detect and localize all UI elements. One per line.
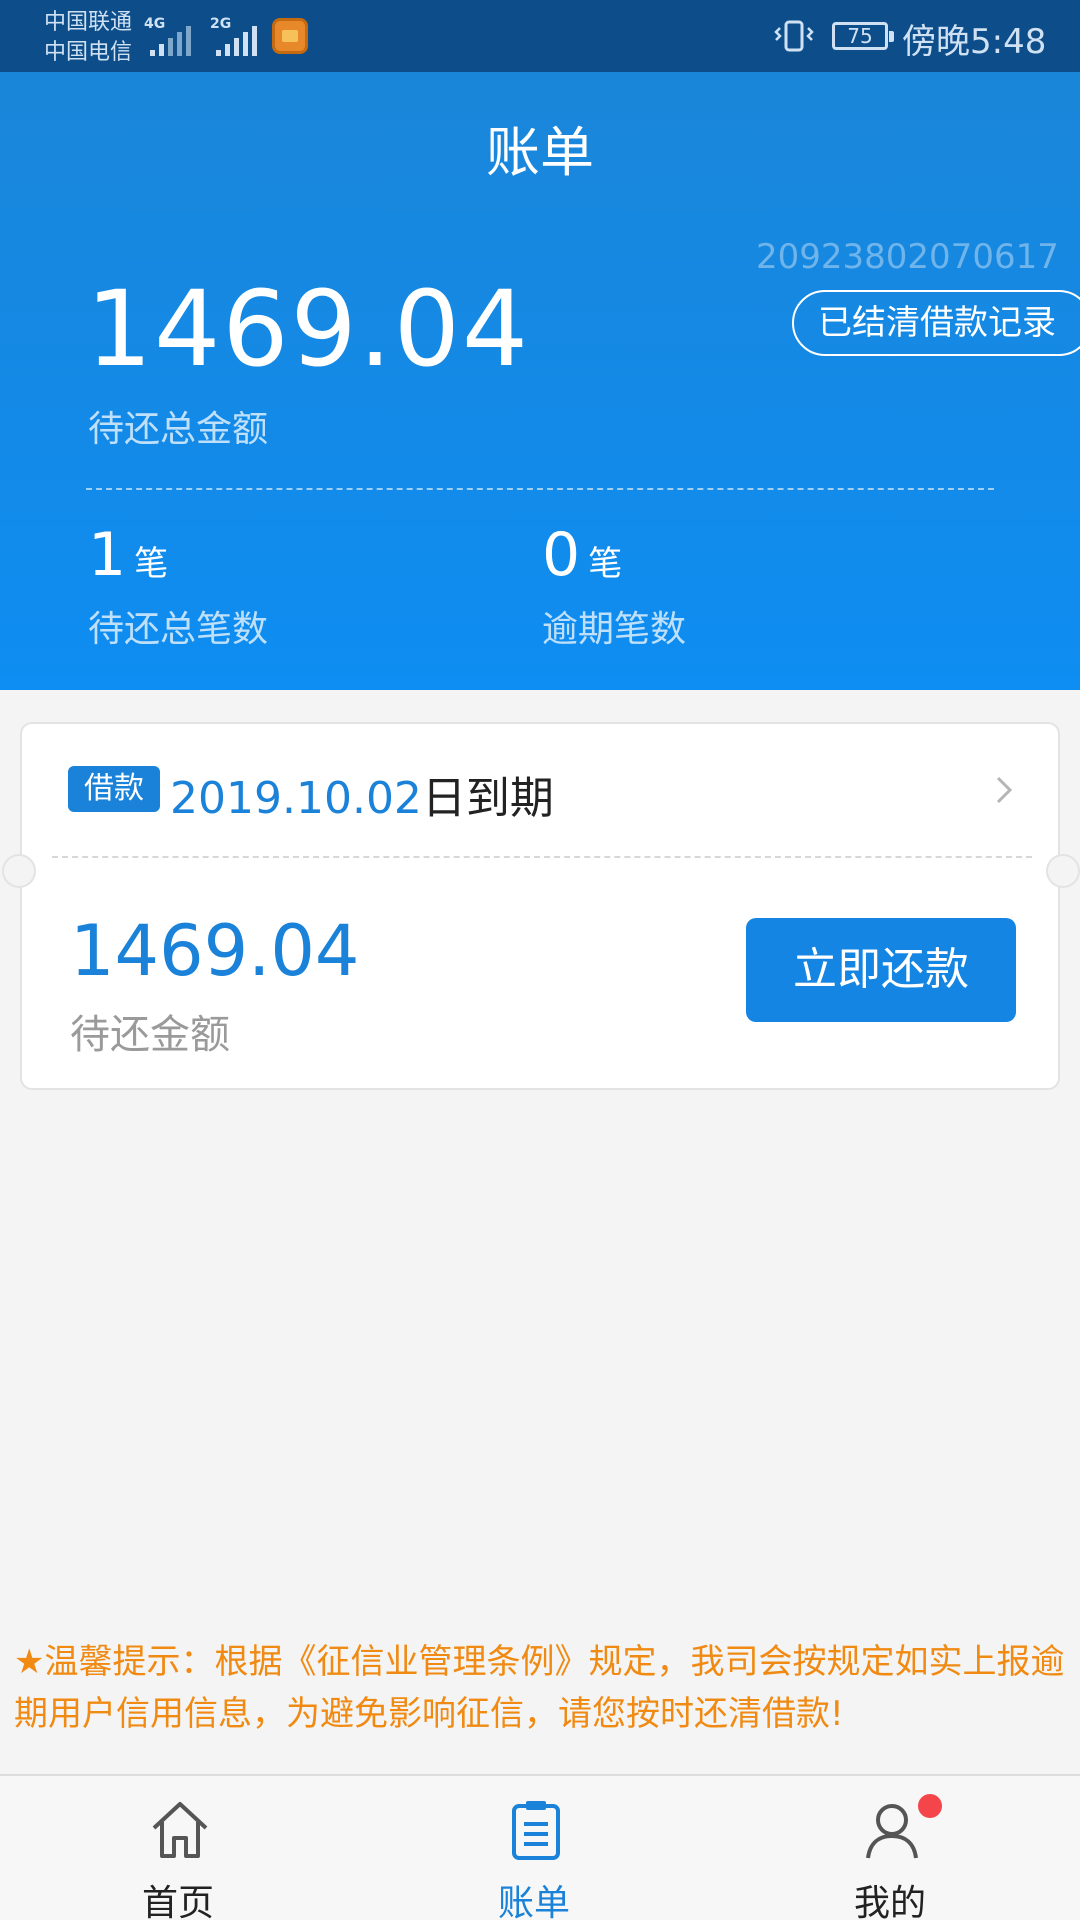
notification-dot <box>918 1794 942 1818</box>
carrier-2: 中国电信 <box>44 40 133 65</box>
chevron-right-icon[interactable] <box>990 776 1018 804</box>
overdue-count-label: 逾期笔数 <box>542 609 687 650</box>
nav-home[interactable]: 首页 <box>78 1776 278 1920</box>
due-date: 2019.10.02 <box>170 773 422 824</box>
total-amount: 1469.04 <box>86 268 531 390</box>
status-bar: 中国联通 中国电信 4G 2G 75 傍晚5:48 <box>0 0 1080 72</box>
overdue-count: 0 <box>542 520 581 590</box>
pending-count: 1 <box>88 520 127 590</box>
credit-warning-tip: ★温馨提示：根据《征信业管理条例》规定，我司会按规定如实上报逾期用户信用信息，为… <box>14 1642 1065 1734</box>
clock: 傍晚5:48 <box>902 22 1047 62</box>
due-date-line: 2019.10.02日到期 <box>170 762 554 826</box>
loan-tag: 借款 <box>68 766 160 812</box>
bill-icon <box>512 1801 560 1860</box>
carrier-info: 中国联通 中国电信 <box>44 8 132 68</box>
settled-loans-button[interactable]: 已结清借款记录 <box>792 290 1080 356</box>
repay-now-button[interactable]: 立即还款 <box>746 918 1016 1022</box>
pending-unit: 笔 <box>134 544 169 584</box>
loan-card[interactable]: 借款 2019.10.02日到期 1469.04 待还金额 立即还款 <box>2 722 1080 1090</box>
page-title: 账单 <box>486 121 594 184</box>
app-notification-icon <box>272 18 308 54</box>
nav-mine-label: 我的 <box>853 1883 926 1920</box>
pending-count-stat: 1笔 <box>88 520 168 590</box>
bill-summary-header: 账单 20923802070617 已结清借款记录 1469.04 待还总金额 … <box>0 72 1080 690</box>
divider <box>86 488 994 490</box>
loan-amount: 1469.04 <box>70 910 360 992</box>
account-number: 20923802070617 <box>756 237 1059 277</box>
nav-home-label: 首页 <box>141 1883 214 1920</box>
battery-icon: 75 <box>832 22 894 50</box>
vibrate-icon <box>774 20 814 52</box>
nav-bill-label: 账单 <box>497 1883 570 1920</box>
nav-bill[interactable]: 账单 <box>434 1776 634 1920</box>
loan-amount-label: 待还金额 <box>70 1012 230 1058</box>
user-icon <box>866 1804 918 1859</box>
overdue-count-stat: 0笔 <box>542 520 622 590</box>
carrier-1: 中国联通 <box>44 10 133 35</box>
card-divider <box>52 856 1032 858</box>
home-icon <box>152 1802 208 1858</box>
pending-count-label: 待还总笔数 <box>88 609 269 650</box>
signal-bars-icon <box>150 26 191 56</box>
nav-mine[interactable]: 我的 <box>790 1776 990 1920</box>
due-suffix: 日到期 <box>421 773 554 824</box>
overdue-unit: 笔 <box>588 544 623 584</box>
bottom-nav: 首页 账单 我的 <box>0 1774 1080 1920</box>
total-amount-label: 待还总金额 <box>88 409 269 450</box>
card-notch-right <box>1046 854 1080 888</box>
signal-bars-icon <box>216 26 257 56</box>
card-notch-left <box>2 854 36 888</box>
